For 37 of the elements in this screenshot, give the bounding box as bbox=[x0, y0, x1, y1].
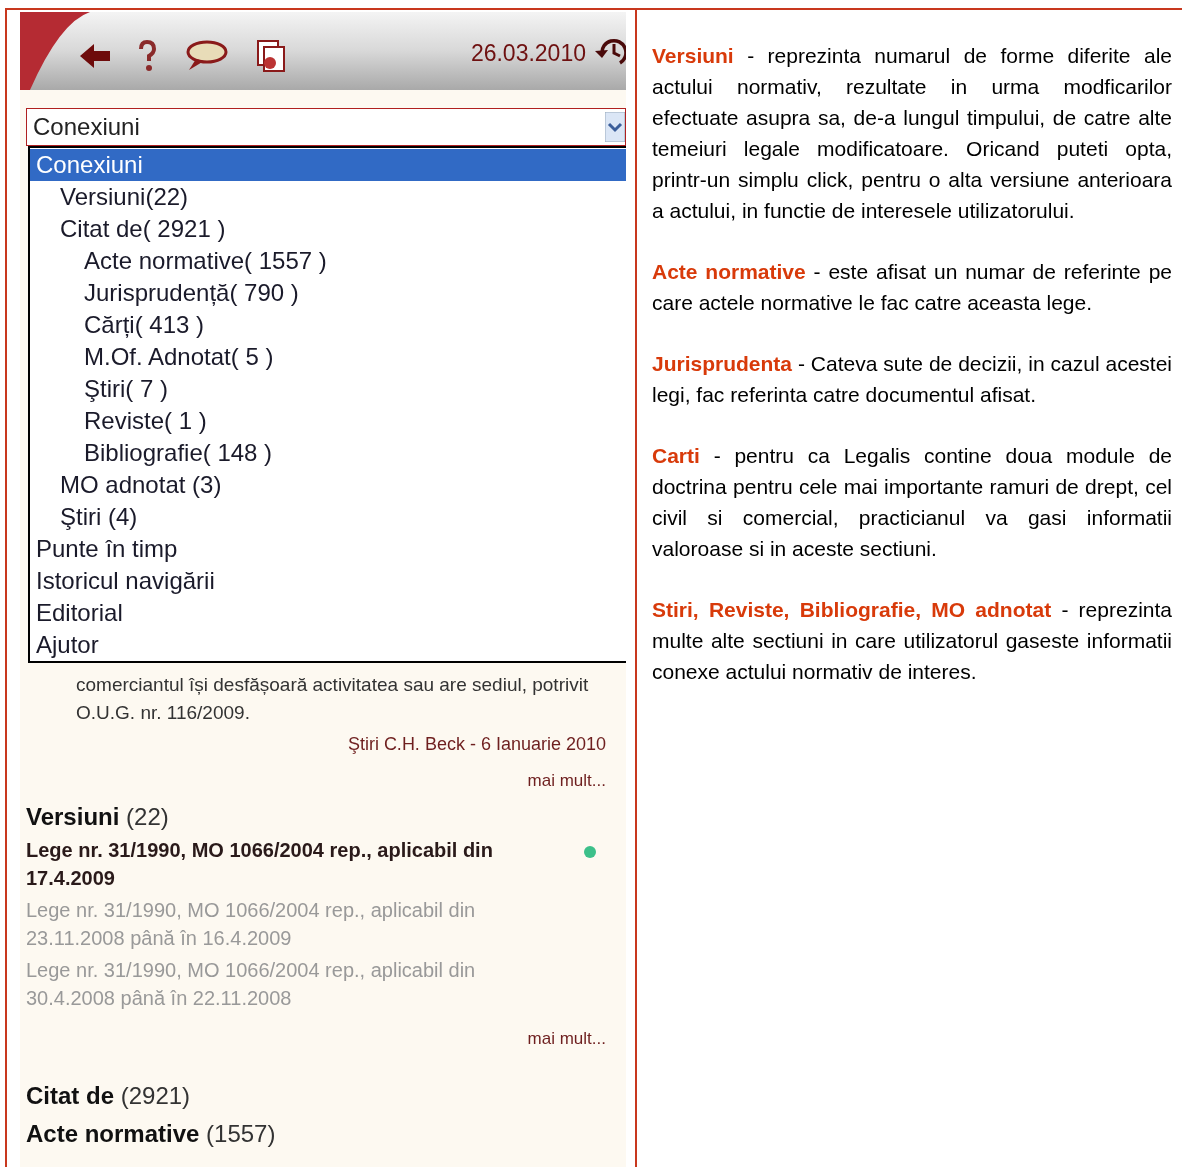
explanation-paragraph: Stiri, Reviste, Bibliografie, MO adnotat - reprezinta multe alte sectiuni in care utilizatorul gaseste informatii conexe actului normativ de interes. bbox=[652, 597, 1172, 685]
dropdown-option[interactable]: Cărți( 413 ) bbox=[30, 309, 626, 341]
dropdown-option[interactable]: Citat de( 2921 ) bbox=[30, 213, 626, 245]
back-arrow-icon[interactable] bbox=[80, 42, 110, 70]
dropdown-option[interactable]: MO adnotat (3) bbox=[30, 469, 626, 501]
dropdown-option[interactable]: Ştiri( 7 ) bbox=[30, 373, 626, 405]
news-text: comerciantul își desfășoară activitatea sau are sediul, potrivit O.U.G. nr. 116/2009. bbox=[75, 673, 590, 725]
more-link[interactable]: mai mult... bbox=[527, 1025, 606, 1051]
explanation-paragraph: Carti - pentru ca Legalis contine doua module de doctrina pentru cele mai importante ramuri de drept, cel civil si comercial, practicianul va gasi informatii valoroase si in aceste sectiuni. bbox=[652, 443, 1172, 562]
dropdown-option[interactable]: Ajutor bbox=[30, 629, 626, 661]
speech-bubble-icon[interactable] bbox=[184, 40, 228, 72]
dropdown-option[interactable]: Punte în timp bbox=[30, 533, 626, 565]
dropdown-option[interactable]: Bibliografie( 148 ) bbox=[30, 437, 626, 469]
dropdown-option[interactable]: Ştiri (4) bbox=[30, 501, 626, 533]
version-link[interactable]: Lege nr. 31/1990, MO 1066/2004 rep., aplicabil din 17.4.2009 bbox=[26, 835, 556, 892]
dropdown-option[interactable]: Editorial bbox=[30, 597, 626, 629]
dropdown-option[interactable]: Jurisprudență( 790 ) bbox=[30, 277, 626, 309]
explanation-paragraph: Versiuni - reprezinta numarul de forme diferite ale actului normativ, rezultate in urma modficarilor efectuate asupra sa, de-a lungul timpului, de catre alte temeiuri legale modificatoare. Oricand puteti opta, printr-un simplu click, pentru o alta versiune anterioara a actului, in functie de interesele utilizatorului. bbox=[652, 43, 1172, 224]
section-heading: Acte normative (1557) bbox=[26, 1119, 277, 1149]
history-icon[interactable] bbox=[594, 36, 626, 66]
category-select[interactable]: Conexiuni bbox=[26, 108, 626, 146]
chevron-down-icon[interactable] bbox=[605, 112, 625, 142]
news-source: Ştiri C.H. Beck - 6 Ianuarie 2010 bbox=[347, 733, 606, 756]
dropdown-option[interactable]: M.Of. Adnotat( 5 ) bbox=[30, 341, 626, 373]
dropdown-option[interactable]: Versiuni(22) bbox=[30, 181, 626, 213]
more-link[interactable]: mai mult... bbox=[527, 768, 606, 794]
date-label: 26.03.2010 bbox=[470, 38, 586, 68]
section-heading: Versiuni (22) bbox=[26, 801, 170, 832]
dropdown-option[interactable]: Acte normative( 1557 ) bbox=[30, 245, 626, 277]
help-icon[interactable] bbox=[138, 40, 156, 72]
dropdown-option[interactable]: Istoricul navigării bbox=[30, 565, 626, 597]
section-heading: Citat de (2921) bbox=[26, 1081, 192, 1111]
explanation-paragraph: Acte normative - este afisat un numar de referinte pe care actele normative le fac catre aceasta lege. bbox=[652, 259, 1172, 316]
swoosh-logo-icon bbox=[20, 12, 90, 90]
explanation-paragraph: Jurisprudenta - Cateva sute de decizii, in cazul acestei legi, fac referinta catre documentul afisat. bbox=[652, 351, 1172, 408]
dropdown-option[interactable]: Reviste( 1 ) bbox=[30, 405, 626, 437]
dropdown-option[interactable]: Conexiuni bbox=[30, 149, 626, 181]
